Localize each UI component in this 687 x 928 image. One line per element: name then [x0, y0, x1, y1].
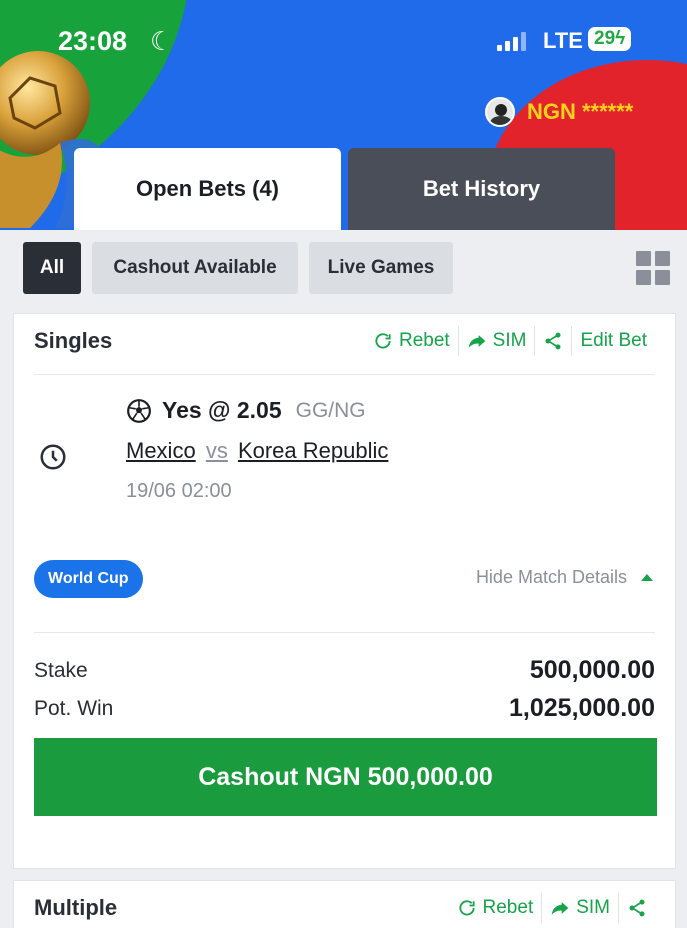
- match-datetime: 19/06 02:00: [126, 480, 232, 502]
- market-name: GG/NG: [295, 398, 366, 422]
- pot-win-label: Pot. Win: [34, 697, 114, 720]
- rebet-button[interactable]: Rebet: [365, 326, 458, 356]
- edit-bet-label: Edit Bet: [580, 330, 647, 351]
- cashout-button[interactable]: Cashout NGN 500,000.00: [34, 738, 657, 816]
- filter-cashout-available[interactable]: Cashout Available: [92, 242, 298, 294]
- sim-label: SIM: [576, 897, 610, 918]
- divider: [34, 374, 655, 375]
- battery-level: 29: [594, 28, 616, 49]
- card-title: Singles: [34, 328, 113, 353]
- moon-icon: ☾: [150, 26, 174, 56]
- hide-match-details-toggle[interactable]: Hide Match Details: [476, 567, 653, 588]
- tab-open-bets[interactable]: Open Bets (4): [74, 148, 341, 230]
- stake-label: Stake: [34, 659, 88, 682]
- edit-bet-button[interactable]: Edit Bet: [571, 326, 655, 356]
- sim-button[interactable]: SIM: [457, 326, 535, 356]
- share-button[interactable]: [534, 326, 571, 356]
- multiple-bet-card: Multiple Rebet SIM: [13, 880, 676, 928]
- vs-label: vs: [205, 438, 228, 463]
- sim-button[interactable]: SIM: [541, 893, 618, 923]
- avatar[interactable]: [485, 97, 515, 127]
- refresh-icon: [375, 333, 391, 349]
- toggle-label: Hide Match Details: [475, 567, 627, 587]
- share-arrow-icon: [468, 335, 486, 348]
- stake-value: 500,000.00: [529, 656, 655, 684]
- divider: [34, 632, 655, 633]
- pick-odds: Yes @ 2.05: [162, 397, 282, 423]
- sim-label: SIM: [492, 330, 527, 351]
- header-banner: 23:08 ☾ LTE 29ϟ NGN ****** Open Bets (4)…: [0, 0, 687, 230]
- refresh-icon: [458, 900, 475, 916]
- share-arrow-icon: [551, 902, 569, 915]
- football-icon: [127, 398, 151, 423]
- card-title: Multiple: [34, 895, 118, 920]
- network-label: LTE: [543, 28, 583, 53]
- card-actions: Rebet SIM Edit Bet: [365, 326, 655, 356]
- battery-indicator: 29ϟ: [588, 27, 632, 51]
- clock-icon: [40, 444, 66, 470]
- account-balance[interactable]: NGN ******: [485, 97, 633, 127]
- pot-win-value: 1,025,000.00: [509, 694, 655, 722]
- charging-icon: ϟ: [615, 28, 626, 49]
- bet-selection: Yes @ 2.05 GG/NG: [126, 397, 366, 424]
- rebet-label: Rebet: [482, 897, 534, 918]
- rebet-label: Rebet: [398, 330, 450, 351]
- signal-icon: [497, 31, 526, 51]
- status-time: 23:08: [58, 26, 128, 56]
- share-button[interactable]: [618, 893, 655, 923]
- singles-bet-card: Singles Rebet SIM Edit Bet Yes @ 2.05 GG…: [13, 313, 676, 869]
- filter-live-games[interactable]: Live Games: [309, 242, 453, 294]
- rebet-button[interactable]: Rebet: [449, 893, 542, 923]
- card-actions: Rebet SIM: [449, 893, 655, 923]
- filter-all[interactable]: All: [23, 242, 81, 294]
- competition-badge: World Cup: [34, 560, 143, 598]
- grid-view-icon[interactable]: [636, 251, 670, 285]
- caret-up-icon: [641, 574, 653, 581]
- filter-bar: All Cashout Available Live Games: [0, 230, 687, 310]
- share-icon: [545, 332, 561, 350]
- balance-text: NGN ******: [527, 99, 634, 124]
- home-team: Mexico: [126, 438, 196, 463]
- match-link[interactable]: Mexico vs Korea Republic: [126, 438, 388, 464]
- tab-bet-history[interactable]: Bet History: [348, 148, 615, 230]
- share-icon: [629, 899, 645, 917]
- away-team: Korea Republic: [237, 438, 389, 463]
- card-header: Singles Rebet SIM Edit Bet: [14, 314, 675, 370]
